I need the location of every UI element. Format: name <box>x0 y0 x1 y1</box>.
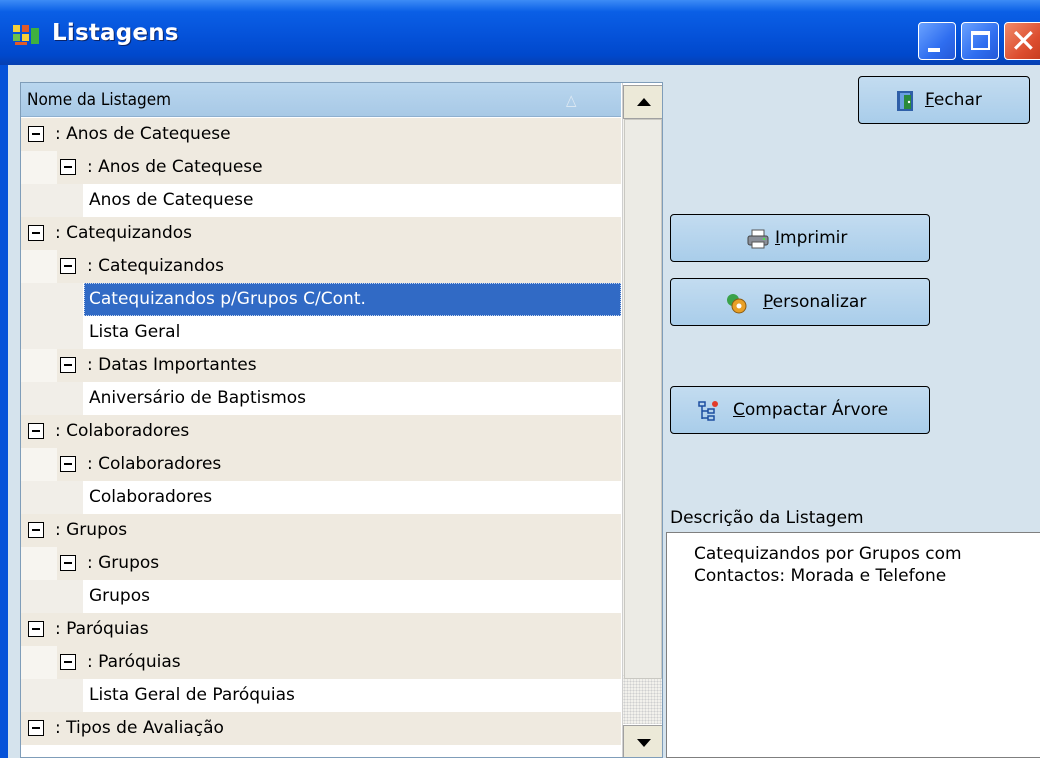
maximize-button[interactable] <box>961 22 999 60</box>
collapse-toggle-icon[interactable] <box>28 621 44 637</box>
tree-group-row[interactable]: : Grupos <box>21 514 621 547</box>
collapse-toggle-icon[interactable] <box>28 522 44 538</box>
listagens-window: Listagens ✕ Nome da Listagem △ : Anos de… <box>0 0 1040 758</box>
tree-item-listagem[interactable]: Aniversário de Baptismos <box>21 382 621 415</box>
scroll-up-button[interactable] <box>623 85 662 119</box>
tree-group-row[interactable]: : Catequizandos <box>21 217 621 250</box>
vertical-scrollbar[interactable] <box>622 83 662 757</box>
description-label: Descrição da Listagem <box>670 508 864 528</box>
window-title: Listagens <box>52 20 179 46</box>
tree-item-listagem[interactable]: Anos de Catequese <box>21 184 621 217</box>
sort-ascending-icon: △ <box>566 91 577 109</box>
tree-item-label: : Paróquias <box>87 652 181 672</box>
listagens-tree[interactable]: Nome da Listagem △ : Anos de Catequese : … <box>20 82 663 758</box>
tree-item-label: Catequizandos p/Grupos C/Cont. <box>89 289 366 309</box>
collapse-toggle-icon[interactable] <box>60 357 76 373</box>
scroll-down-button[interactable] <box>623 725 662 757</box>
tree-item-label: Aniversário de Baptismos <box>89 388 307 408</box>
tree-group-row[interactable]: : Catequizandos <box>21 250 621 283</box>
tree-item-label: Colaboradores <box>89 487 213 507</box>
collapse-toggle-icon[interactable] <box>60 159 76 175</box>
tree-group-row[interactable]: : Paróquias <box>21 646 621 679</box>
tree-group-row[interactable]: : Anos de Catequese <box>21 151 621 184</box>
app-icon <box>13 25 39 45</box>
tree-item-label: : Anos de Catequese <box>87 157 263 177</box>
tree-item-label: : Colaboradores <box>87 454 222 474</box>
close-button[interactable]: ✕ <box>1004 22 1040 60</box>
tree-column-header[interactable]: Nome da Listagem △ <box>21 83 621 117</box>
tree-item-label: : Catequizandos <box>55 223 192 243</box>
personalizar-label: ersonalizar <box>772 292 867 312</box>
title-bar[interactable]: Listagens ✕ <box>0 0 1040 65</box>
tree-group-row[interactable]: : Colaboradores <box>21 415 621 448</box>
tree-group-row[interactable]: : Tipos de Avaliação <box>21 712 621 745</box>
exit-door-icon <box>897 91 913 111</box>
tree-item-listagem[interactable]: Grupos <box>21 580 621 613</box>
imprimir-label: mprimir <box>780 228 848 248</box>
tree-item-label: : Anos de Catequese <box>55 124 231 144</box>
tree-group-row[interactable]: : Anos de Catequese <box>21 118 621 151</box>
tree-group-row[interactable]: : Grupos <box>21 547 621 580</box>
tree-item-label: : Colaboradores <box>55 421 190 441</box>
tree-item-label: : Paróquias <box>55 619 149 639</box>
personalizar-hotkey: P <box>763 292 773 312</box>
compactar-arvore-button[interactable]: Compactar Árvore <box>670 386 930 434</box>
fechar-label: echar <box>933 90 982 110</box>
tree-group-row[interactable]: : Datas Importantes <box>21 349 621 382</box>
minimize-button[interactable] <box>918 22 956 60</box>
close-icon: ✕ <box>1010 22 1037 60</box>
collapse-toggle-icon[interactable] <box>28 126 44 142</box>
tree-item-label: : Grupos <box>87 553 160 573</box>
collapse-toggle-icon[interactable] <box>60 456 76 472</box>
imprimir-button[interactable]: Imprimir <box>670 214 930 262</box>
tree-item-listagem[interactable]: Colaboradores <box>21 481 621 514</box>
tree-group-row[interactable]: : Colaboradores <box>21 448 621 481</box>
collapse-toggle-icon[interactable] <box>60 258 76 274</box>
customize-icon <box>727 294 747 314</box>
compactar-label: ompactar Árvore <box>744 400 889 420</box>
tree-item-label: Grupos <box>89 586 150 606</box>
fechar-hotkey: F <box>925 90 934 110</box>
collapse-toggle-icon[interactable] <box>60 555 76 571</box>
description-box[interactable]: Catequizandos por Grupos com Contactos: … <box>666 532 1040 758</box>
collapse-toggle-icon[interactable] <box>28 423 44 439</box>
tree-item-label: : Grupos <box>55 520 128 540</box>
window-border-left <box>0 65 8 758</box>
minimize-icon <box>928 48 940 52</box>
printer-icon <box>747 229 769 249</box>
arrow-down-icon <box>637 739 651 747</box>
tree-item-listagem[interactable]: Catequizandos p/Grupos C/Cont. <box>21 283 621 316</box>
fechar-button[interactable]: Fechar <box>858 76 1030 124</box>
tree-item-listagem[interactable]: Lista Geral de Paróquias <box>21 679 621 712</box>
compactar-hotkey: C <box>733 400 745 420</box>
tree-item-label: Anos de Catequese <box>89 190 254 210</box>
tree-collapse-icon <box>698 401 718 421</box>
tree-item-listagem[interactable]: Lista Geral <box>21 316 621 349</box>
collapse-toggle-icon[interactable] <box>28 720 44 736</box>
tree-item-label: Lista Geral de Paróquias <box>89 685 295 705</box>
personalizar-button[interactable]: Personalizar <box>670 278 930 326</box>
collapse-toggle-icon[interactable] <box>28 225 44 241</box>
tree-group-row[interactable]: : Paróquias <box>21 613 621 646</box>
description-text: Catequizandos por Grupos com Contactos: … <box>694 544 962 586</box>
tree-item-label: Lista Geral <box>89 322 181 342</box>
tree-item-label: : Tipos de Avaliação <box>55 718 224 738</box>
tree-item-label: : Datas Importantes <box>87 355 257 375</box>
collapse-toggle-icon[interactable] <box>60 654 76 670</box>
tree-item-label: : Catequizandos <box>87 256 224 276</box>
column-header-label: Nome da Listagem <box>27 90 172 110</box>
scrollbar-thumb[interactable] <box>624 119 662 679</box>
arrow-up-icon <box>637 98 651 106</box>
maximize-icon <box>971 31 990 50</box>
